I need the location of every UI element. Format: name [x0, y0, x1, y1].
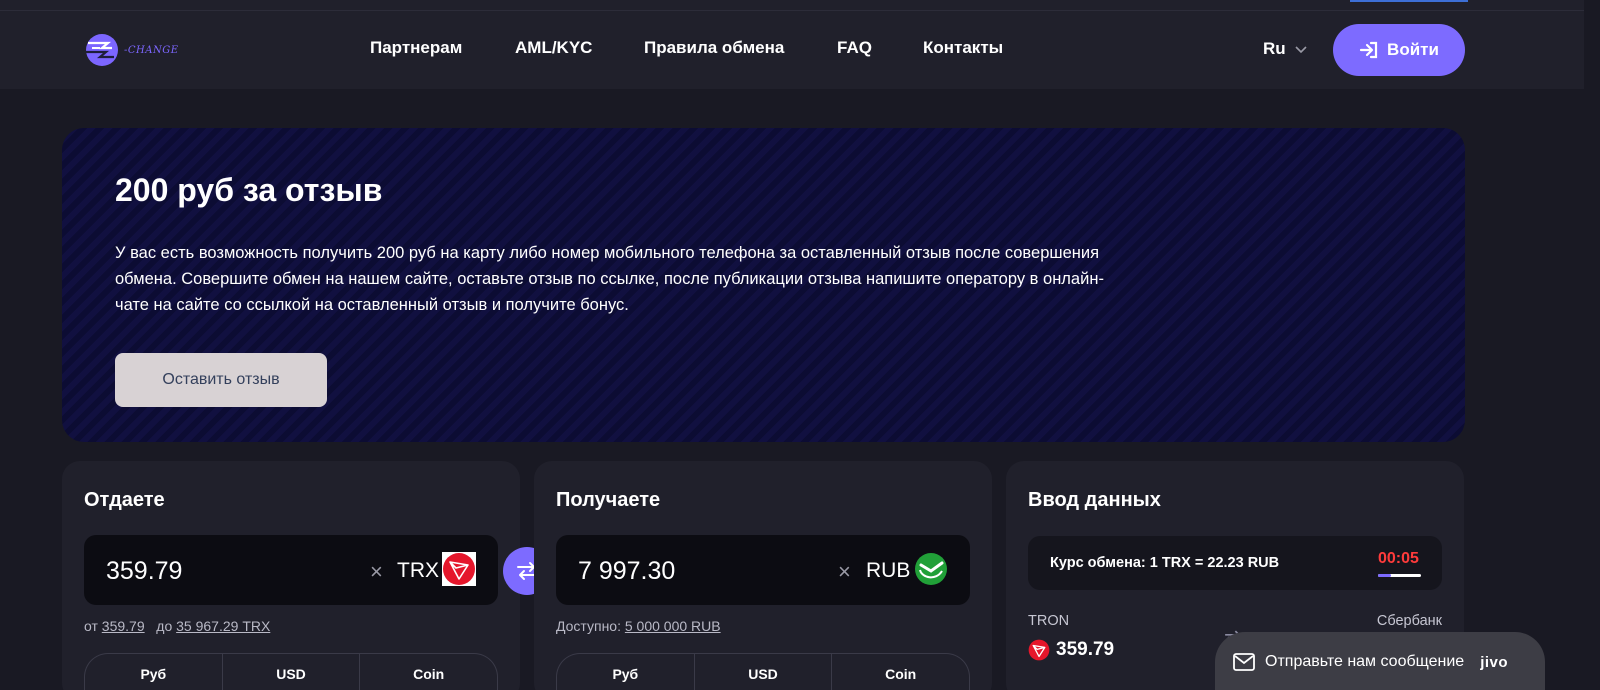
- tron-logo-icon: [442, 552, 476, 586]
- mail-icon: [1233, 653, 1255, 671]
- from-amount: 359.79: [1028, 639, 1114, 661]
- timer-progress-fill: [1378, 574, 1391, 577]
- site-header: -CHANGE Партнерам AML/KYC Правила обмена…: [0, 0, 1600, 89]
- chat-widget-button[interactable]: Отправьте нам сообщение jivo: [1215, 632, 1545, 690]
- chat-label: Отправьте нам сообщение: [1265, 653, 1465, 670]
- give-range: от 359.79 до 35 967.29 TRX: [84, 618, 270, 634]
- to-method-name: Сбербанк: [1376, 613, 1442, 629]
- logo-icon: [86, 34, 118, 66]
- leave-review-button[interactable]: Оставить отзыв: [115, 353, 327, 407]
- exchange-rate-text: Курс обмена: 1 TRX = 22.23 RUB: [1050, 555, 1280, 571]
- give-currency-code: TRX: [397, 559, 439, 582]
- range-to-label: до: [156, 618, 173, 634]
- header-top-divider: [0, 10, 1600, 11]
- available-label: Доступно:: [556, 618, 621, 634]
- timer-progress-track: [1378, 574, 1421, 577]
- nav-aml-kyc[interactable]: AML/KYC: [515, 38, 592, 58]
- login-label: Войти: [1387, 40, 1439, 59]
- rate-timer: 00:05: [1378, 550, 1419, 567]
- receive-available: Доступно: 5 000 000 RUB: [556, 618, 721, 634]
- from-method-name: TRON: [1028, 613, 1070, 629]
- tab-coin[interactable]: Coin: [832, 654, 969, 690]
- language-selector[interactable]: Ru: [1263, 39, 1308, 59]
- nav-contacts[interactable]: Контакты: [923, 38, 1003, 58]
- tab-rub[interactable]: Руб: [85, 654, 223, 690]
- page-scrollbar[interactable]: [1584, 0, 1600, 690]
- header-accent-line: [1350, 0, 1468, 2]
- tab-rub[interactable]: Руб: [557, 654, 695, 690]
- language-label: Ru: [1263, 39, 1286, 58]
- login-button[interactable]: Войти: [1333, 24, 1465, 76]
- nav-partners[interactable]: Партнерам: [370, 38, 462, 58]
- promo-title: 200 руб за отзыв: [115, 172, 383, 208]
- range-max-link[interactable]: 35 967.29 TRX: [176, 618, 270, 634]
- tron-logo-icon: [1028, 639, 1050, 661]
- from-amount-value: 359.79: [1056, 639, 1115, 660]
- promo-description: У вас есть возможность получить 200 руб …: [115, 244, 1104, 314]
- receive-amount-value[interactable]: 7 997.30: [578, 557, 675, 586]
- chat-brand: jivo: [1480, 653, 1509, 671]
- give-amount-value[interactable]: 359.79: [106, 557, 182, 586]
- login-arrow-icon: [1359, 41, 1378, 59]
- exchange-rate-box: Курс обмена: 1 TRX = 22.23 RUB 00:05: [1028, 536, 1442, 590]
- logo-text: -CHANGE: [124, 44, 179, 56]
- receive-amount-field[interactable]: 7 997.30 × RUB: [556, 535, 970, 605]
- receive-currency-tabs: Руб USD Coin: [556, 653, 970, 690]
- tab-usd[interactable]: USD: [223, 654, 361, 690]
- give-card: Отдаете 359.79 × TRX от 359.79 до 35 967…: [62, 461, 520, 690]
- sber-logo-icon: [915, 553, 947, 585]
- nav-faq[interactable]: FAQ: [837, 38, 872, 58]
- details-title: Ввод данных: [1028, 489, 1161, 511]
- nav-exchange-rules[interactable]: Правила обмена: [644, 38, 784, 58]
- site-logo[interactable]: -CHANGE: [78, 32, 198, 68]
- review-promo-banner: 200 руб за отзыв У вас есть возможность …: [62, 128, 1465, 442]
- chevron-down-icon: [1295, 46, 1307, 54]
- give-clear-icon[interactable]: ×: [370, 559, 383, 585]
- receive-clear-icon[interactable]: ×: [838, 559, 851, 585]
- tab-usd[interactable]: USD: [695, 654, 833, 690]
- available-amount-link[interactable]: 5 000 000 RUB: [625, 618, 721, 634]
- receive-title: Получаете: [556, 489, 661, 511]
- tab-coin[interactable]: Coin: [360, 654, 497, 690]
- range-from-label: от: [84, 618, 98, 634]
- range-min-link[interactable]: 359.79: [102, 618, 145, 634]
- give-currency-tabs: Руб USD Coin: [84, 653, 498, 690]
- give-amount-field[interactable]: 359.79 × TRX: [84, 535, 498, 605]
- receive-card: Получаете 7 997.30 × RUB Доступно: 5 000…: [534, 461, 992, 690]
- receive-currency-code: RUB: [866, 559, 911, 582]
- give-title: Отдаете: [84, 489, 165, 511]
